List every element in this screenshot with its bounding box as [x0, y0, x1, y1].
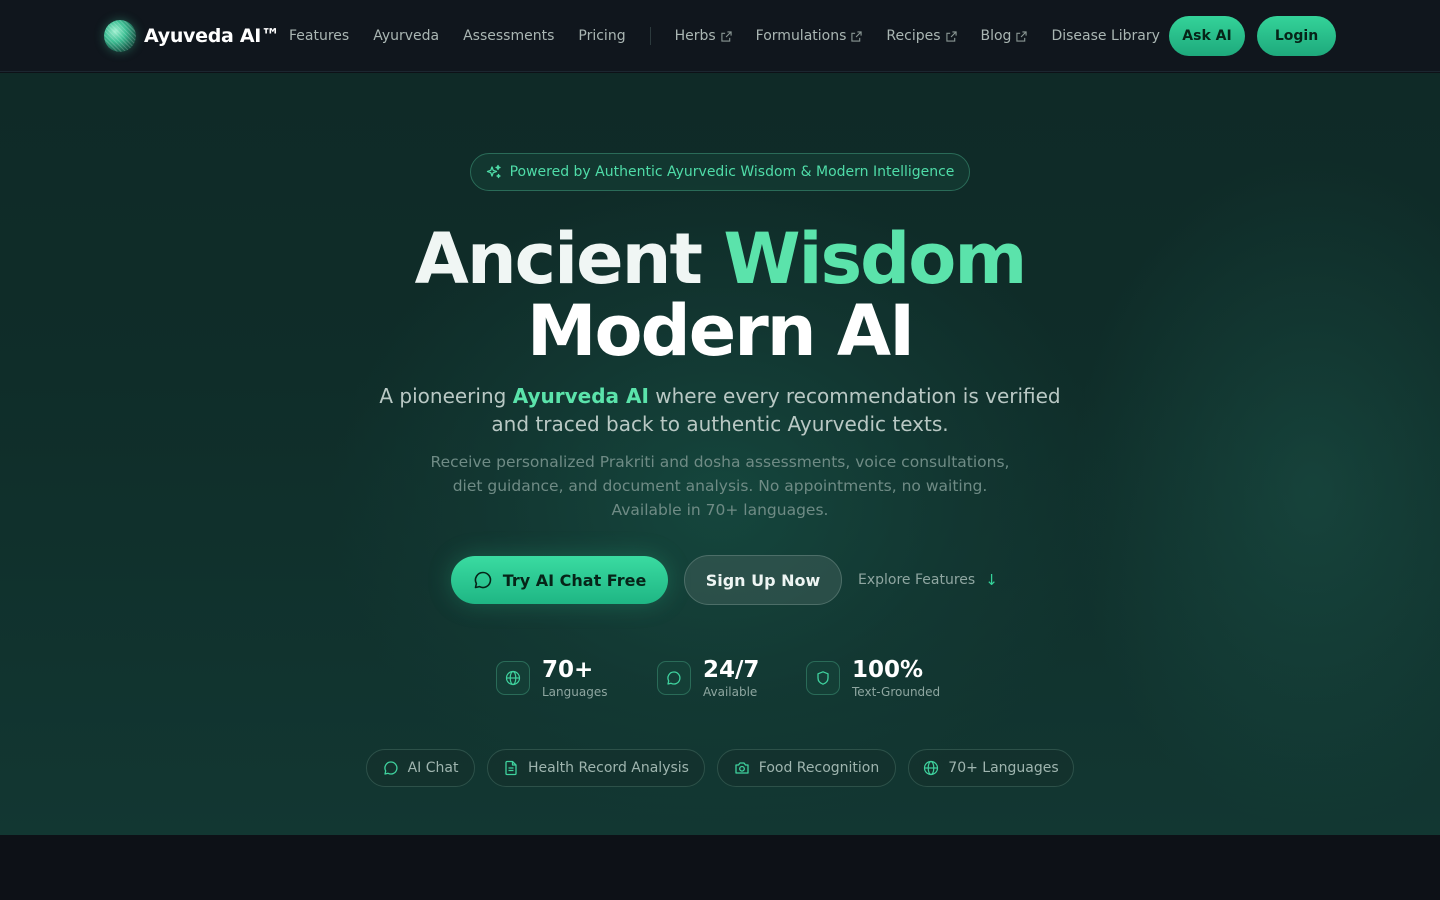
feature-chip-health-record[interactable]: Health Record Analysis	[487, 749, 705, 787]
nav-link-features[interactable]: Features	[289, 28, 349, 44]
sign-up-button[interactable]: Sign Up Now	[684, 555, 842, 605]
hero-description: Receive personalized Prakriti and dosha …	[430, 453, 1010, 519]
nav-links: Features Ayurveda Assessments Pricing He…	[289, 24, 1184, 48]
stat-label: Available	[703, 685, 758, 699]
nav-link-herbs[interactable]: Herbs	[675, 28, 732, 44]
shield-icon	[817, 671, 829, 685]
explore-features-label: Explore Features	[858, 572, 976, 588]
nav-link-assessments[interactable]: Assessments	[463, 28, 554, 44]
stat-available: 24/7 Available	[657, 653, 759, 703]
chat-bubble-icon	[667, 671, 681, 685]
headline-line-modern-ai: Modern AI	[526, 290, 915, 372]
camera-icon	[735, 762, 749, 774]
stat-value: 24/7	[703, 657, 760, 683]
stat-label: Text-Grounded	[852, 685, 941, 699]
top-navbar: Ayuveda AI™ Features Ayurveda Assessment…	[0, 0, 1440, 72]
external-link-icon	[721, 30, 732, 42]
ask-ai-button[interactable]: Ask AI	[1169, 16, 1245, 56]
nav-divider	[649, 27, 651, 45]
external-link-icon	[945, 30, 957, 42]
sparkle-icon	[486, 164, 501, 179]
hero-subtitle-prefix: A pioneering	[379, 384, 513, 408]
feature-chip-ai-chat[interactable]: AI Chat	[366, 749, 475, 787]
globe-icon	[924, 760, 939, 776]
hero-subtitle: A pioneering Ayurveda AI where every rec…	[370, 382, 1070, 438]
hero-headline: Ancient Wisdom Modern AI	[0, 223, 1440, 367]
nav-link-disease-library[interactable]: Disease Library	[1051, 28, 1159, 44]
nav-link-herbs-label: Herbs	[674, 28, 716, 44]
external-link-icon	[1016, 30, 1028, 42]
stat-text-grounded: 100% Text-Grounded	[806, 653, 940, 703]
feature-chip-label: Food Recognition	[758, 760, 880, 776]
page-lower-band	[0, 835, 1440, 900]
explore-features-link[interactable]: Explore Features ↓	[858, 570, 998, 590]
logo-orb-icon	[104, 20, 136, 52]
stat-value: 100%	[852, 657, 924, 683]
stat-icon-wrap	[657, 661, 691, 695]
nav-link-recipes-label: Recipes	[886, 28, 941, 44]
hero-section: Powered by Authentic Ayurvedic Wisdom & …	[0, 73, 1440, 835]
feature-chip-languages[interactable]: 70+ Languages	[908, 749, 1074, 787]
headline-word-wisdom: Wisdom	[723, 218, 1027, 300]
globe-icon	[505, 670, 521, 686]
hero-badge-text: Powered by Authentic Ayurvedic Wisdom & …	[509, 164, 955, 180]
hero-badge: Powered by Authentic Ayurvedic Wisdom & …	[470, 153, 970, 191]
stat-icon-wrap	[806, 661, 840, 695]
headline-word-ancient: Ancient	[414, 218, 703, 300]
feature-chip-label: 70+ Languages	[948, 760, 1059, 776]
stat-icon-wrap	[496, 661, 530, 695]
nav-link-pricing[interactable]: Pricing	[578, 28, 625, 44]
stat-languages: 70+ Languages	[496, 653, 607, 703]
feature-chip-food-recognition[interactable]: Food Recognition	[717, 749, 896, 787]
login-button[interactable]: Login	[1257, 16, 1336, 56]
stat-value: 70+	[542, 657, 594, 683]
hero-subtitle-highlight: Ayurveda AI	[512, 384, 649, 408]
nav-link-recipes[interactable]: Recipes	[886, 28, 957, 44]
feature-chip-label: AI Chat	[407, 760, 459, 776]
feature-chip-label: Health Record Analysis	[528, 760, 689, 776]
nav-link-blog-label: Blog	[980, 28, 1012, 44]
nav-link-ayurveda[interactable]: Ayurveda	[373, 28, 439, 44]
brand-logo[interactable]: Ayuveda AI™	[104, 20, 280, 52]
stat-label: Languages	[542, 685, 608, 699]
nav-link-formulations-label: Formulations	[755, 28, 847, 44]
external-link-icon	[851, 30, 863, 42]
nav-link-formulations[interactable]: Formulations	[756, 28, 863, 44]
try-ai-chat-label: Try AI Chat Free	[502, 570, 647, 590]
try-ai-chat-button[interactable]: Try AI Chat Free	[451, 556, 668, 604]
brand-name: Ayuveda AI™	[144, 25, 280, 47]
chat-bubble-icon	[474, 571, 491, 589]
document-icon	[505, 760, 517, 776]
arrow-down-icon: ↓	[985, 571, 998, 589]
nav-link-blog[interactable]: Blog	[981, 28, 1028, 44]
chat-bubble-icon	[383, 761, 398, 775]
